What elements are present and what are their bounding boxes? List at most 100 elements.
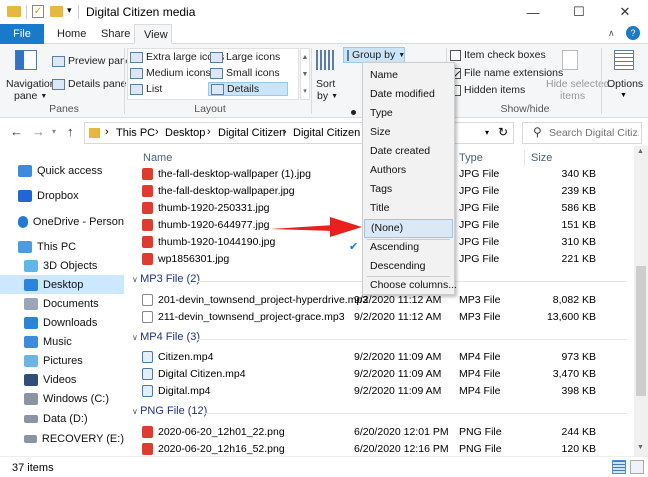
- tab-view[interactable]: View: [134, 24, 172, 44]
- back-arrow-icon[interactable]: ←: [10, 124, 23, 139]
- item-count: 37 items: [12, 462, 54, 474]
- options-button[interactable]: Options ▼: [604, 48, 644, 102]
- menu-item-authors[interactable]: Authors: [364, 161, 453, 180]
- file-type: JPG File: [459, 168, 500, 180]
- breadcrumb-this-pc[interactable]: This PC: [116, 127, 155, 139]
- nav-this-pc[interactable]: This PC: [0, 237, 124, 256]
- video-icon: [24, 373, 38, 386]
- help-icon[interactable]: ?: [626, 26, 640, 40]
- customize-chevron-icon[interactable]: ▾: [67, 5, 72, 16]
- menu-item-ascending[interactable]: Ascending: [364, 238, 453, 257]
- menu-item-choose-columns[interactable]: Choose columns...: [364, 276, 457, 295]
- recent-chevron-icon[interactable]: ▾: [52, 127, 56, 136]
- group-header-mp4[interactable]: ∨ MP4 File (3): [132, 331, 627, 347]
- table-row[interactable]: Citizen.mp4 9/2/2020 11:09 AM MP4 File 973 …: [142, 349, 622, 366]
- nav-music[interactable]: Music: [0, 332, 124, 351]
- scroll-thumb[interactable]: [636, 266, 646, 396]
- search-box[interactable]: ⚲: [522, 122, 642, 144]
- table-row[interactable]: Digital Citizen.mp4 9/2/2020 11:09 AM MP4 …: [142, 366, 622, 383]
- audio-file-icon: [142, 294, 153, 306]
- large-icons-view-icon[interactable]: [630, 460, 644, 474]
- file-date: 9/2/2020 11:09 AM: [354, 351, 442, 363]
- breadcrumb-digital-citizen[interactable]: Digital Citizen: [218, 127, 285, 139]
- jpg-file-icon: [142, 185, 153, 197]
- nav-onedrive[interactable]: OneDrive - Person: [0, 212, 124, 231]
- group-header-png[interactable]: ∨ PNG File (12): [132, 405, 627, 421]
- group-label: MP4 File (3): [140, 331, 200, 343]
- breadcrumb-digital-citizen-2[interactable]: Digital Citizen: [293, 127, 360, 139]
- properties-check-icon[interactable]: ✓: [32, 5, 44, 18]
- tab-home[interactable]: Home: [48, 24, 95, 44]
- details-option[interactable]: Details: [208, 82, 288, 96]
- sort-by-button[interactable]: Sort by ▼: [313, 48, 339, 102]
- nav-pictures[interactable]: Pictures: [0, 351, 124, 370]
- menu-item-name[interactable]: Name: [364, 66, 453, 85]
- red-arrow-annotation: [270, 217, 362, 237]
- tab-file[interactable]: File: [0, 24, 44, 44]
- nav-videos[interactable]: Videos: [0, 370, 124, 389]
- group-by-button[interactable]: Group by ▼: [343, 47, 405, 63]
- hide-selected-items-button[interactable]: Hide selected items: [544, 48, 610, 102]
- menu-item-title[interactable]: Title: [364, 199, 453, 218]
- up-arrow-icon[interactable]: ↑: [67, 124, 74, 139]
- table-row[interactable]: 2020-06-20_12h01_22.png 6/20/2020 12:01 P…: [142, 424, 622, 441]
- nav-dropbox[interactable]: Dropbox: [0, 186, 124, 205]
- minimize-button[interactable]: —: [510, 0, 556, 24]
- nav-data-d[interactable]: Data (D:): [0, 409, 124, 428]
- table-row[interactable]: Digital.mp4 9/2/2020 11:09 AM MP4 File 398 …: [142, 383, 622, 400]
- column-header-size[interactable]: Size: [531, 152, 552, 164]
- table-row[interactable]: 211-devin_townsend_project-grace.mp3 9/2/…: [142, 309, 622, 326]
- column-header-name[interactable]: Name: [143, 152, 172, 164]
- menu-item-none[interactable]: (None): [364, 219, 453, 238]
- nav-documents[interactable]: Documents: [0, 294, 124, 313]
- navigation-pane-button[interactable]: Navigation pane ▼: [4, 48, 56, 102]
- file-date: 9/2/2020 11:12 AM: [354, 311, 442, 323]
- nav-downloads[interactable]: Downloads: [0, 313, 124, 332]
- menu-item-size[interactable]: Size: [364, 123, 453, 142]
- menu-item-date-created[interactable]: Date created: [364, 142, 453, 161]
- drive-icon: [24, 392, 38, 405]
- search-input[interactable]: [549, 126, 639, 140]
- item-check-boxes-checkbox[interactable]: [450, 49, 461, 61]
- vertical-scrollbar[interactable]: ▲ ▼: [634, 146, 648, 456]
- preview-pane-button[interactable]: Preview pane: [52, 55, 132, 67]
- file-date: 6/20/2020 12:01 PM: [354, 426, 449, 438]
- scroll-up-icon[interactable]: ▲: [637, 148, 644, 155]
- details-pane-button[interactable]: Details pane: [52, 78, 126, 90]
- file-size: 3,470 KB: [552, 368, 596, 380]
- table-row[interactable]: 2020-06-20_12h16_52.png 6/20/2020 12:16 P…: [142, 441, 622, 456]
- close-button[interactable]: ✕: [602, 0, 648, 24]
- file-type: JPG File: [459, 236, 500, 248]
- menu-item-type[interactable]: Type: [364, 104, 453, 123]
- large-icons-option[interactable]: Large icons: [210, 51, 280, 63]
- menu-item-date-modified[interactable]: Date modified: [364, 85, 453, 104]
- details-view-icon[interactable]: [612, 460, 626, 474]
- menu-item-descending[interactable]: Descending: [364, 257, 453, 276]
- medium-icons-option[interactable]: Medium icons: [130, 67, 211, 79]
- nav-quick-access[interactable]: Quick access: [0, 161, 124, 180]
- forward-arrow-icon[interactable]: →: [32, 124, 45, 139]
- menu-item-tags[interactable]: Tags: [364, 180, 453, 199]
- column-header-type[interactable]: Type: [459, 152, 483, 164]
- scroll-down-icon[interactable]: ▼: [637, 444, 644, 451]
- hidden-items-toggle[interactable]: Hidden items: [450, 84, 525, 96]
- refresh-icon[interactable]: ↻: [498, 125, 508, 139]
- new-folder-icon[interactable]: [50, 6, 63, 17]
- file-name: Digital Citizen.mp4: [158, 368, 246, 380]
- tab-share[interactable]: Share: [92, 24, 139, 44]
- small-icons-option[interactable]: Small icons: [210, 67, 280, 79]
- file-size: 973 KB: [561, 351, 596, 363]
- file-type: JPG File: [459, 219, 500, 231]
- minimize-ribbon-icon[interactable]: ∧: [608, 28, 615, 39]
- nav-desktop[interactable]: Desktop: [0, 275, 124, 294]
- item-check-boxes-toggle[interactable]: Item check boxes: [450, 49, 546, 61]
- chevron-down-icon[interactable]: ▾: [485, 128, 489, 137]
- list-option[interactable]: List: [130, 83, 162, 95]
- nav-windows-c[interactable]: Windows (C:): [0, 389, 124, 408]
- maximize-button[interactable]: ☐: [556, 0, 602, 24]
- gallery-scroll-icon[interactable]: ▲ ▼ ▾: [300, 48, 310, 100]
- nav-recovery-e[interactable]: RECOVERY (E:): [0, 429, 124, 448]
- hidden-items-label: Hidden items: [464, 84, 526, 96]
- breadcrumb-desktop[interactable]: Desktop: [165, 127, 205, 139]
- nav-3d-objects[interactable]: 3D Objects: [0, 256, 124, 275]
